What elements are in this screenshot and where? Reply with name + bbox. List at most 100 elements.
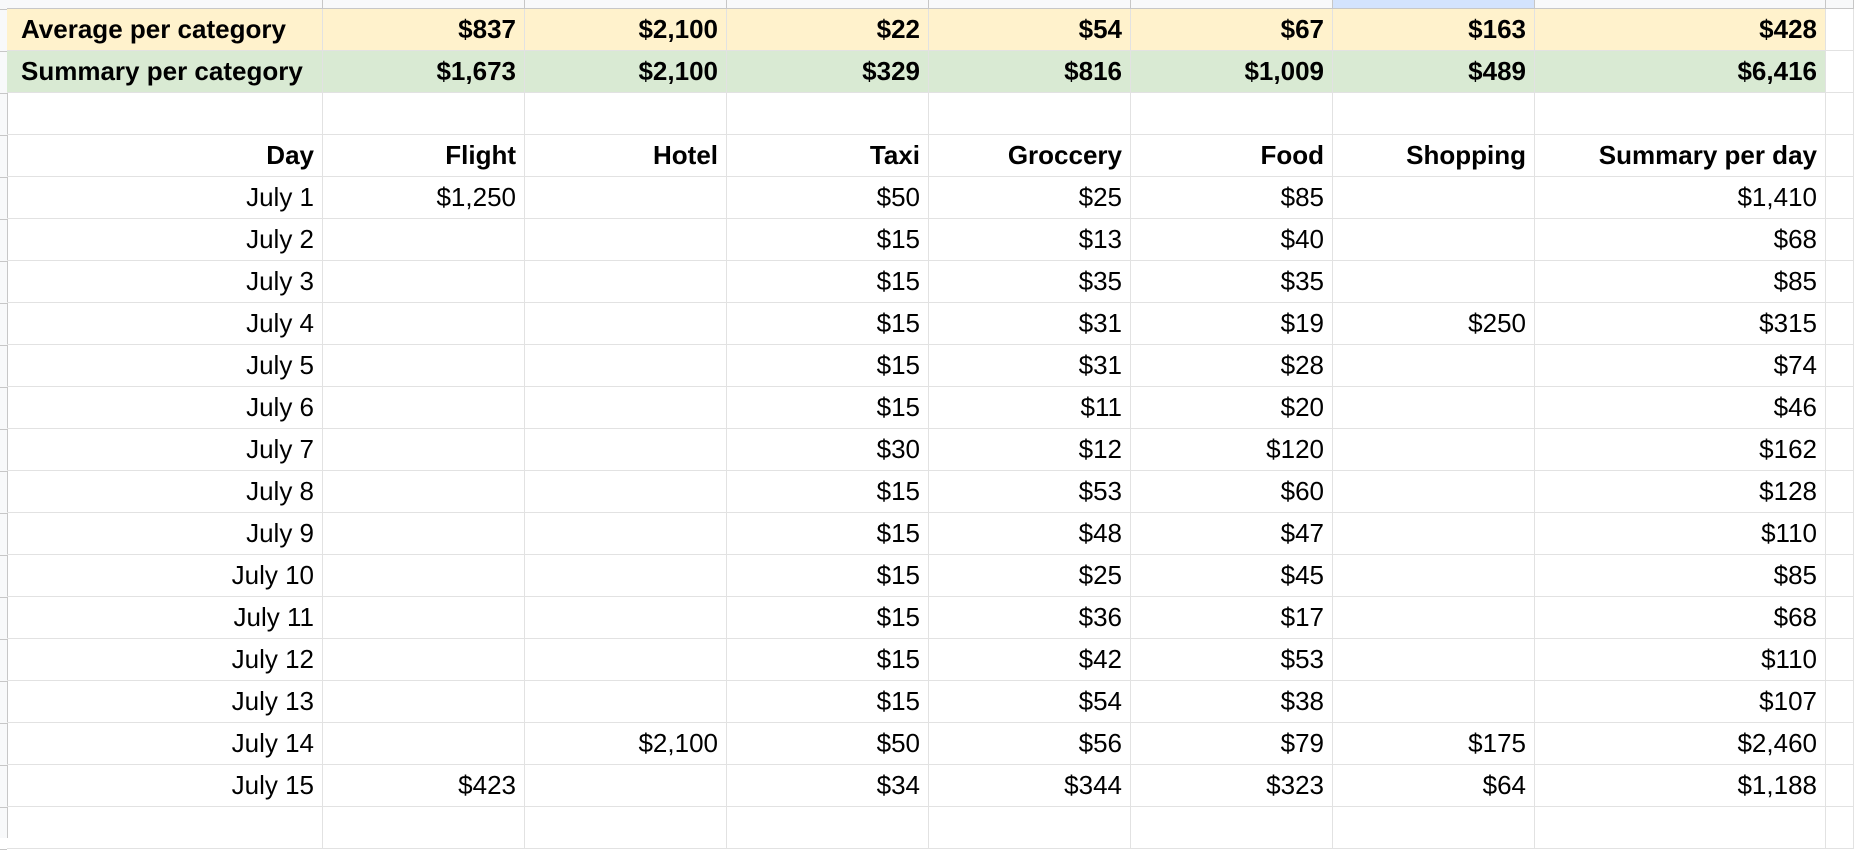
empty-cell[interactable]	[1333, 93, 1535, 135]
value-cell[interactable]: $120	[1131, 429, 1333, 471]
empty-cell[interactable]	[1826, 345, 1854, 387]
value-cell[interactable]: $40	[1131, 219, 1333, 261]
column-header[interactable]	[1131, 0, 1333, 9]
day-cell[interactable]: July 7	[7, 429, 323, 471]
empty-cell[interactable]	[1826, 513, 1854, 555]
value-cell[interactable]: $35	[1131, 261, 1333, 303]
value-cell[interactable]: $38	[1131, 681, 1333, 723]
value-cell[interactable]: $15	[727, 555, 929, 597]
value-cell[interactable]: $13	[929, 219, 1131, 261]
empty-cell[interactable]	[323, 93, 525, 135]
day-cell[interactable]: July 5	[7, 345, 323, 387]
empty-cell[interactable]	[727, 807, 929, 849]
value-cell[interactable]: $85	[1535, 555, 1826, 597]
value-cell[interactable]: $31	[929, 345, 1131, 387]
value-cell[interactable]	[323, 513, 525, 555]
value-cell[interactable]: $53	[1131, 639, 1333, 681]
value-cell[interactable]	[525, 219, 727, 261]
value-cell[interactable]: $28	[1131, 345, 1333, 387]
value-cell[interactable]: $15	[727, 471, 929, 513]
value-cell[interactable]: $50	[727, 723, 929, 765]
column-header[interactable]	[525, 0, 727, 9]
column-header-hotel[interactable]: Hotel	[525, 135, 727, 177]
column-header-shopping[interactable]: Shopping	[1333, 135, 1535, 177]
value-cell[interactable]	[1333, 555, 1535, 597]
day-cell[interactable]: July 15	[7, 765, 323, 807]
empty-cell[interactable]	[929, 807, 1131, 849]
value-cell[interactable]: $1,250	[323, 177, 525, 219]
value-cell[interactable]: $64	[1333, 765, 1535, 807]
column-header-taxi[interactable]: Taxi	[727, 135, 929, 177]
day-cell[interactable]: July 12	[7, 639, 323, 681]
average-value-cell[interactable]: $837	[323, 9, 525, 51]
empty-cell[interactable]	[1826, 471, 1854, 513]
value-cell[interactable]	[323, 471, 525, 513]
empty-cell[interactable]	[1826, 9, 1854, 51]
value-cell[interactable]: $19	[1131, 303, 1333, 345]
value-cell[interactable]	[525, 639, 727, 681]
day-cell[interactable]: July 1	[7, 177, 323, 219]
value-cell[interactable]	[525, 597, 727, 639]
value-cell[interactable]: $128	[1535, 471, 1826, 513]
value-cell[interactable]: $46	[1535, 387, 1826, 429]
empty-cell[interactable]	[727, 93, 929, 135]
day-cell[interactable]: July 9	[7, 513, 323, 555]
column-header-day[interactable]: Day	[7, 135, 323, 177]
column-header-food[interactable]: Food	[1131, 135, 1333, 177]
value-cell[interactable]	[1333, 597, 1535, 639]
value-cell[interactable]	[323, 387, 525, 429]
day-cell[interactable]: July 14	[7, 723, 323, 765]
value-cell[interactable]	[525, 555, 727, 597]
value-cell[interactable]	[1333, 513, 1535, 555]
value-cell[interactable]	[525, 429, 727, 471]
empty-cell[interactable]	[1826, 51, 1854, 93]
value-cell[interactable]	[1333, 681, 1535, 723]
value-cell[interactable]: $15	[727, 303, 929, 345]
column-header-summary-per-day[interactable]: Summary per day	[1535, 135, 1826, 177]
value-cell[interactable]: $323	[1131, 765, 1333, 807]
value-cell[interactable]	[323, 639, 525, 681]
value-cell[interactable]: $15	[727, 513, 929, 555]
value-cell[interactable]: $423	[323, 765, 525, 807]
empty-cell[interactable]	[1826, 807, 1854, 849]
empty-cell[interactable]	[1826, 135, 1854, 177]
day-cell[interactable]: July 11	[7, 597, 323, 639]
value-cell[interactable]	[323, 345, 525, 387]
value-cell[interactable]: $34	[727, 765, 929, 807]
column-header-flight[interactable]: Flight	[323, 135, 525, 177]
summary-value-cell[interactable]: $329	[727, 51, 929, 93]
empty-cell[interactable]	[1826, 219, 1854, 261]
value-cell[interactable]: $36	[929, 597, 1131, 639]
day-cell[interactable]: July 10	[7, 555, 323, 597]
empty-cell[interactable]	[1826, 303, 1854, 345]
day-cell[interactable]: July 8	[7, 471, 323, 513]
value-cell[interactable]: $17	[1131, 597, 1333, 639]
value-cell[interactable]: $68	[1535, 597, 1826, 639]
empty-cell[interactable]	[1131, 93, 1333, 135]
value-cell[interactable]: $315	[1535, 303, 1826, 345]
column-header-groccery[interactable]: Groccery	[929, 135, 1131, 177]
value-cell[interactable]: $47	[1131, 513, 1333, 555]
empty-cell[interactable]	[1535, 807, 1826, 849]
value-cell[interactable]: $110	[1535, 639, 1826, 681]
value-cell[interactable]: $30	[727, 429, 929, 471]
empty-cell[interactable]	[1131, 807, 1333, 849]
column-header[interactable]	[1535, 0, 1826, 9]
empty-cell[interactable]	[1826, 261, 1854, 303]
empty-cell[interactable]	[7, 93, 323, 135]
value-cell[interactable]: $2,460	[1535, 723, 1826, 765]
empty-cell[interactable]	[525, 93, 727, 135]
empty-cell[interactable]	[7, 807, 323, 849]
value-cell[interactable]	[323, 597, 525, 639]
empty-cell[interactable]	[1826, 429, 1854, 471]
value-cell[interactable]: $42	[929, 639, 1131, 681]
value-cell[interactable]: $15	[727, 261, 929, 303]
value-cell[interactable]	[323, 681, 525, 723]
empty-cell[interactable]	[1826, 597, 1854, 639]
empty-cell[interactable]	[1826, 555, 1854, 597]
summary-value-cell[interactable]: $6,416	[1535, 51, 1826, 93]
column-header[interactable]	[1826, 0, 1854, 9]
average-row-label[interactable]: Average per category	[7, 9, 323, 51]
average-value-cell[interactable]: $54	[929, 9, 1131, 51]
column-header[interactable]	[1333, 0, 1535, 9]
